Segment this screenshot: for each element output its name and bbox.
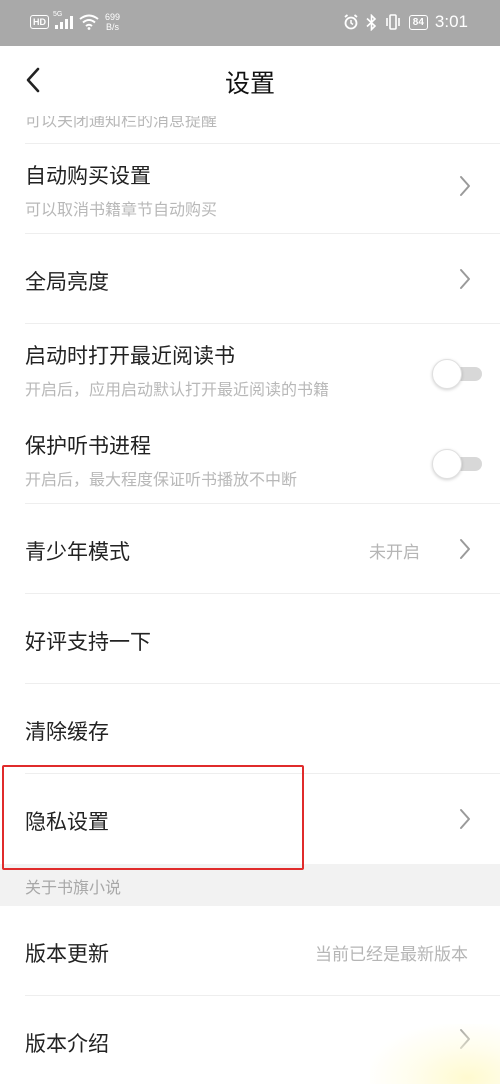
alarm-icon bbox=[344, 14, 358, 30]
battery-level: 84 bbox=[412, 16, 424, 28]
auto-buy-subtitle: 可以取消书籍章节自动购买 bbox=[25, 200, 218, 219]
chevron-right-icon bbox=[460, 269, 470, 289]
wifi-icon bbox=[79, 14, 99, 30]
protect-audio-process-toggle[interactable] bbox=[432, 448, 484, 480]
clock: 3:01 bbox=[434, 12, 468, 31]
open-recent-book-row: 启动时打开最近阅读书 开启后，应用启动默认打开最近阅读的书籍 bbox=[0, 324, 500, 414]
settings-list[interactable]: 可以关闭通知栏的消息提醒 自动购买设置 可以取消书籍章节自动购买 全局亮度 启动… bbox=[0, 116, 500, 1086]
chevron-right-icon bbox=[460, 176, 470, 196]
status-bar: HD 5G 699 B/s 84 3:01 bbox=[0, 0, 500, 46]
clear-cache-row[interactable]: 清除缓存 bbox=[0, 684, 500, 774]
signal-icon: 5G bbox=[53, 11, 73, 29]
battery-icon: 84 bbox=[408, 14, 428, 30]
status-bar-left: HD 5G 699 B/s bbox=[30, 11, 120, 32]
speed-unit: B/s bbox=[106, 22, 120, 32]
auto-buy-title: 自动购买设置 bbox=[25, 164, 151, 188]
chevron-right-icon bbox=[460, 809, 470, 829]
protect-audio-process-row: 保护听书进程 开启后，最大程度保证听书播放不中断 bbox=[0, 414, 500, 504]
version-intro-row[interactable]: 版本介绍 bbox=[0, 996, 500, 1086]
chevron-right-icon bbox=[460, 1029, 470, 1049]
network-type: 5G bbox=[53, 11, 63, 18]
privacy-settings-title: 隐私设置 bbox=[25, 810, 109, 834]
version-update-row[interactable]: 版本更新 当前已经是最新版本 bbox=[0, 906, 500, 996]
teen-mode-title: 青少年模式 bbox=[25, 540, 130, 564]
nav-bar: 设置 bbox=[0, 46, 500, 116]
notification-subtitle: 可以关闭通知栏的消息提醒 bbox=[25, 116, 218, 130]
clear-cache-title: 清除缓存 bbox=[25, 720, 109, 744]
toggle-knob bbox=[432, 359, 462, 389]
speed-value: 699 bbox=[105, 12, 121, 22]
toggle-knob bbox=[432, 449, 462, 479]
open-recent-book-subtitle: 开启后，应用启动默认打开最近阅读的书籍 bbox=[25, 380, 330, 399]
version-intro-title: 版本介绍 bbox=[25, 1032, 109, 1056]
version-update-status: 当前已经是最新版本 bbox=[315, 945, 468, 965]
rate-app-row[interactable]: 好评支持一下 bbox=[0, 594, 500, 684]
open-recent-book-title: 启动时打开最近阅读书 bbox=[25, 344, 235, 368]
open-recent-book-toggle[interactable] bbox=[432, 358, 484, 390]
privacy-settings-row[interactable]: 隐私设置 bbox=[0, 774, 500, 864]
vibrate-icon bbox=[385, 14, 400, 30]
rate-app-title: 好评支持一下 bbox=[25, 630, 151, 654]
page-title: 设置 bbox=[224, 69, 275, 98]
notification-row-partial[interactable]: 可以关闭通知栏的消息提醒 bbox=[0, 116, 500, 144]
network-speed: 699 B/s bbox=[105, 12, 120, 32]
bluetooth-icon bbox=[366, 13, 376, 31]
global-brightness-title: 全局亮度 bbox=[25, 270, 109, 294]
auto-buy-settings-row[interactable]: 自动购买设置 可以取消书籍章节自动购买 bbox=[0, 144, 500, 234]
status-bar-right: 84 3:01 bbox=[343, 12, 468, 32]
protect-audio-process-subtitle: 开启后，最大程度保证听书播放不中断 bbox=[25, 470, 298, 489]
hd-badge: HD bbox=[30, 15, 49, 29]
global-brightness-row[interactable]: 全局亮度 bbox=[0, 234, 500, 324]
teen-mode-status: 未开启 bbox=[369, 543, 420, 563]
teen-mode-row[interactable]: 青少年模式 未开启 bbox=[0, 504, 500, 594]
about-section-header: 关于书旗小说 bbox=[0, 864, 500, 906]
chevron-right-icon bbox=[460, 539, 470, 559]
version-update-title: 版本更新 bbox=[25, 942, 109, 966]
protect-audio-process-title: 保护听书进程 bbox=[25, 434, 151, 458]
about-section-title: 关于书旗小说 bbox=[25, 878, 122, 897]
